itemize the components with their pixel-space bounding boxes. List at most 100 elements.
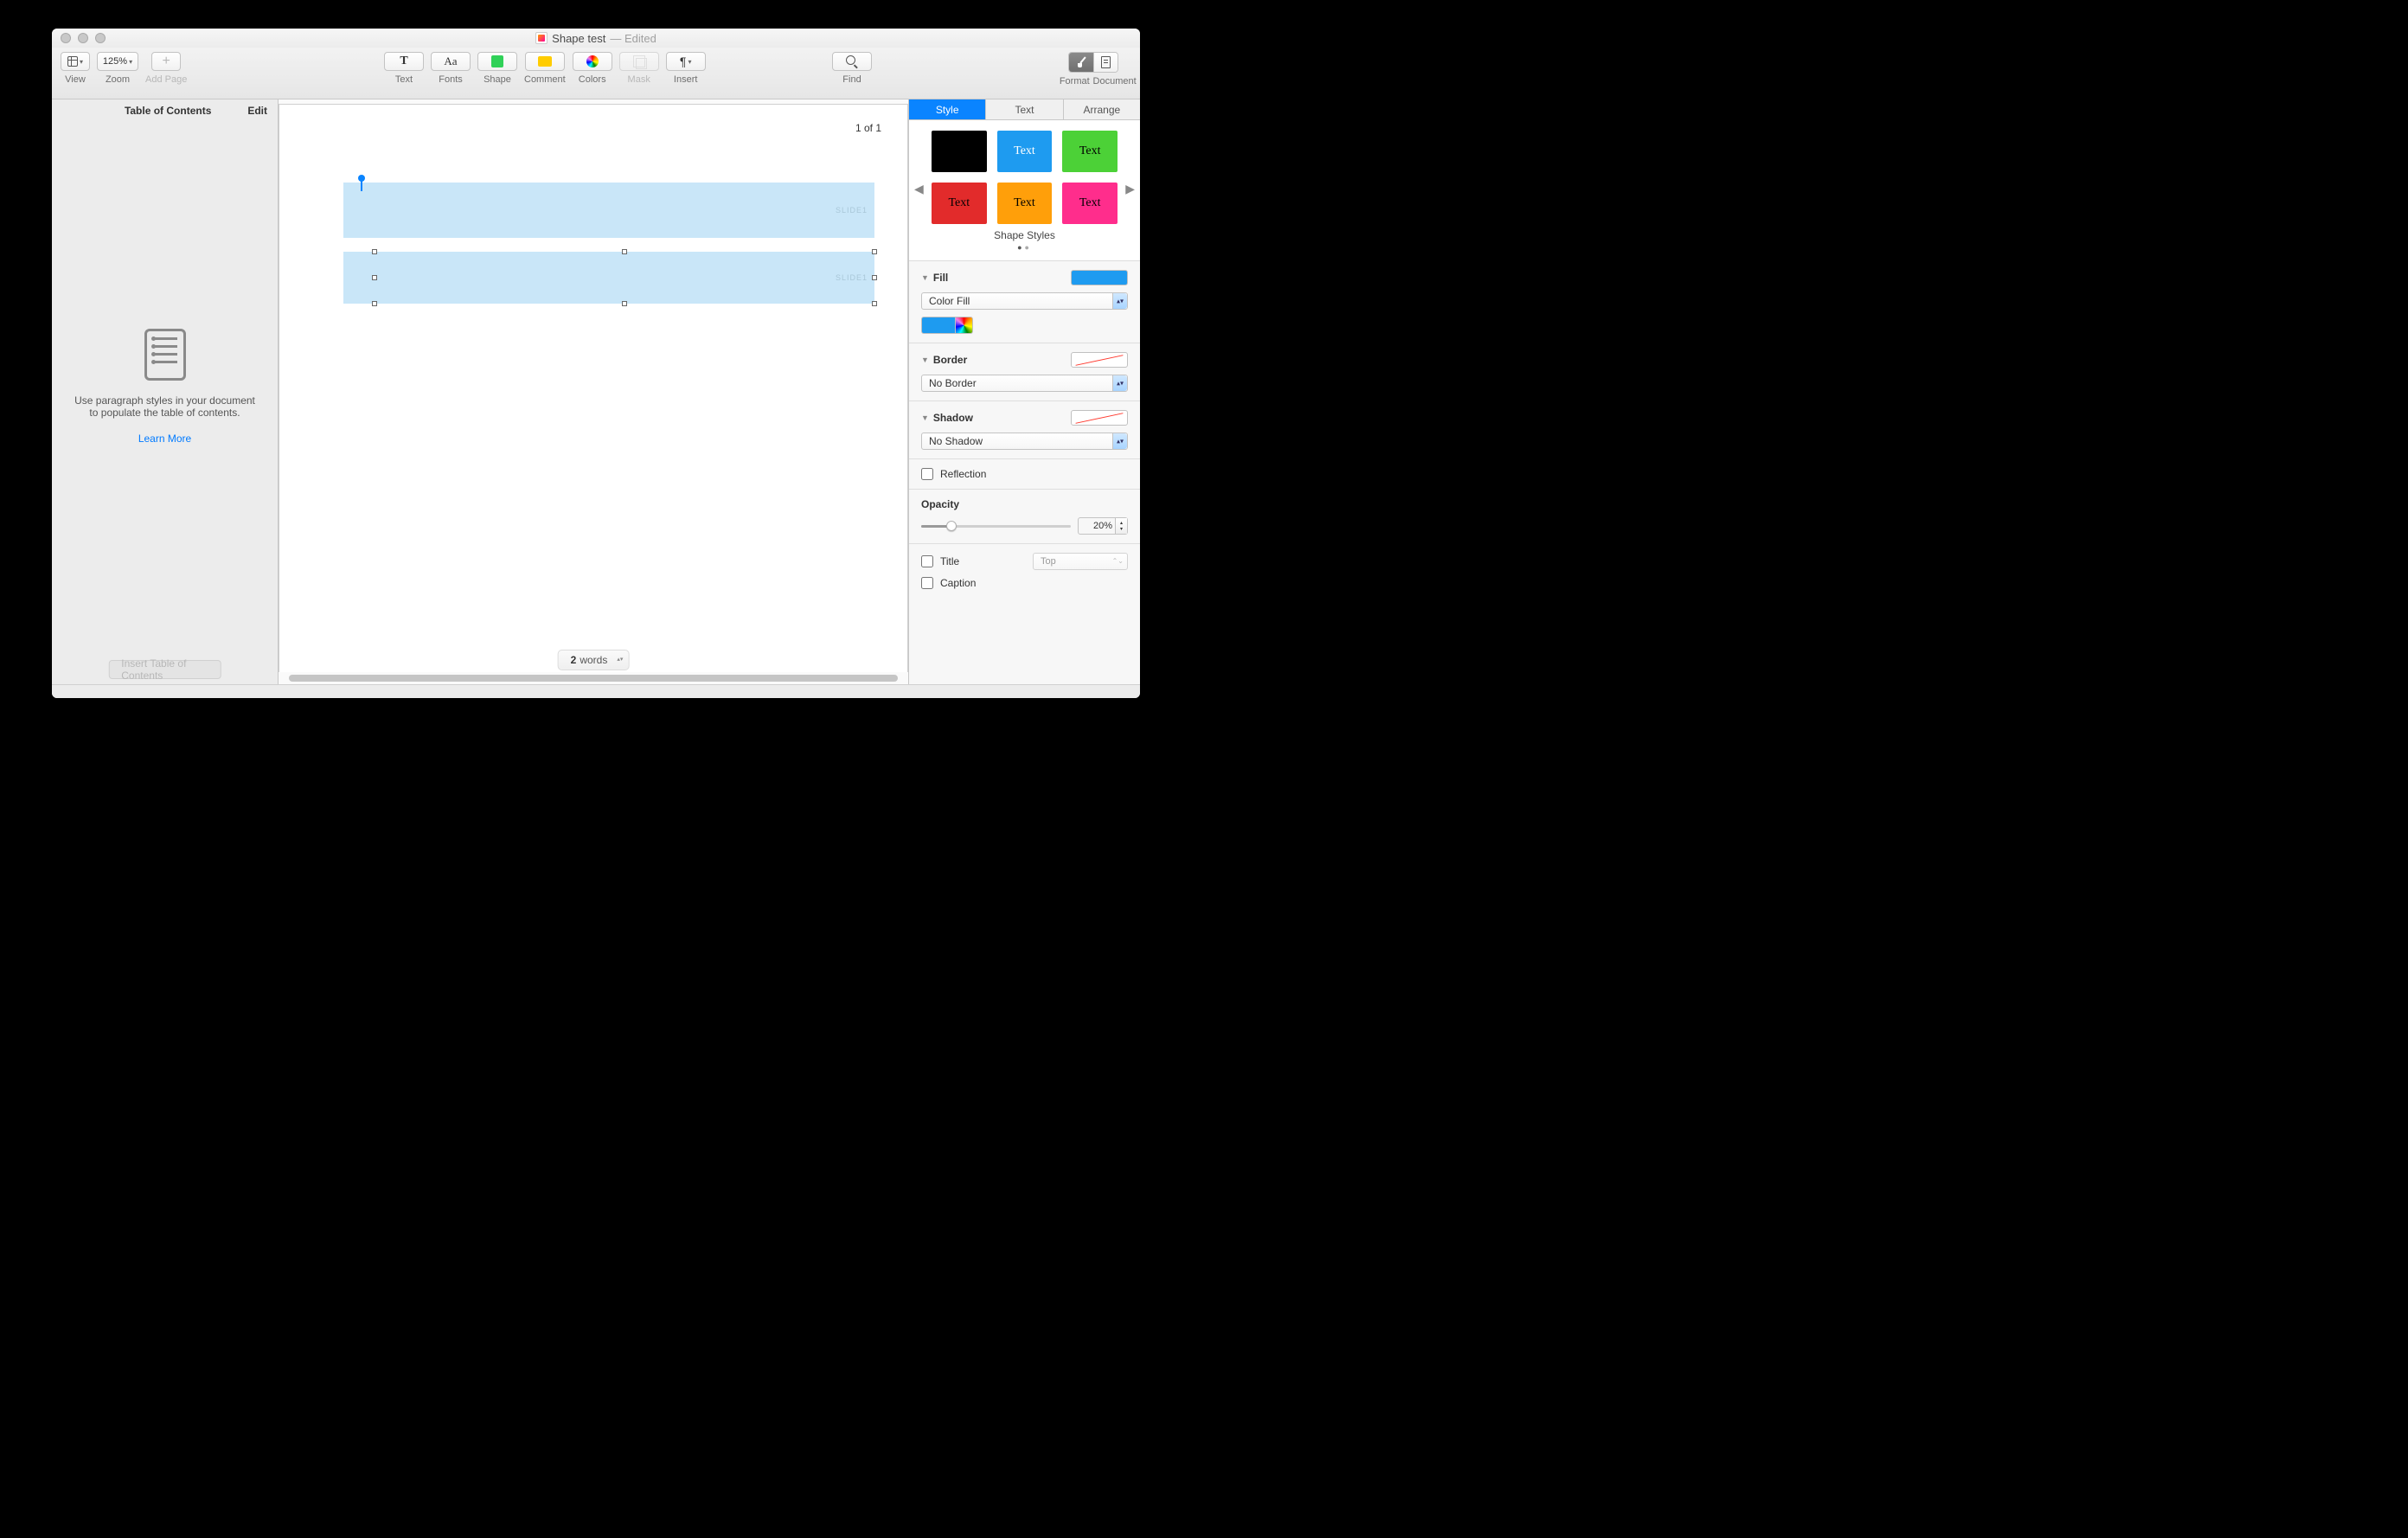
shape-style-swatch-5[interactable]: Text [1062,183,1118,224]
shape-1-label: SLIDE1 [836,206,868,215]
zoom-label: Zoom [106,74,130,85]
shape-style-swatch-4[interactable]: Text [997,183,1053,224]
format-segment[interactable] [1069,53,1093,72]
reflection-input[interactable] [921,468,933,480]
page-number: 1 of 1 [855,122,881,134]
document-icon [535,32,548,44]
sidebar-edit-button[interactable]: Edit [247,105,267,117]
shadow-preview-swatch[interactable] [1071,410,1128,426]
opacity-section: Opacity 20%▴▾ [909,490,1140,544]
title-position-dropdown[interactable]: Top [1033,553,1128,570]
plus-icon: + [162,54,170,69]
title-subtitle: — Edited [610,32,656,45]
titlebar: Shape test — Edited [52,29,1140,48]
fill-type-dropdown[interactable]: Color Fill▴▾ [921,292,1128,310]
disclosure-icon: ▼ [921,413,929,422]
fill-color-control [921,317,973,334]
mask-label: Mask [628,74,650,85]
shape-icon [491,55,503,67]
border-preview-swatch[interactable] [1071,352,1128,368]
color-picker-button[interactable] [956,317,973,334]
shape-style-swatch-0[interactable] [932,131,987,172]
title-text: Shape test [552,32,605,45]
slider-knob[interactable] [946,521,957,531]
sidebar: Table of Contents Edit Use paragraph sty… [52,99,279,684]
selection-handle[interactable] [372,249,377,254]
grid-icon [67,56,78,67]
comment-icon [538,56,552,67]
opacity-slider[interactable] [921,525,1071,528]
fill-preview-swatch[interactable] [1071,270,1128,285]
tab-style[interactable]: Style [909,99,986,119]
word-count-popup[interactable]: 2 words ▴▾ [558,650,630,670]
styles-next-button[interactable]: ▶ [1125,182,1135,196]
selection-handle[interactable] [872,275,877,280]
shadow-type-dropdown[interactable]: No Shadow▴▾ [921,433,1128,450]
toolbar: ▾ View 125%▾ Zoom + Add Page TText AaFon… [52,48,1140,99]
sidebar-body: Use paragraph styles in your document to… [52,122,278,651]
selection-handle[interactable] [622,249,627,254]
opacity-stepper[interactable]: 20%▴▾ [1078,517,1128,535]
colors-button[interactable] [573,52,612,71]
comment-label: Comment [524,74,566,85]
page[interactable]: 1 of 1 SLIDE1 SLIDE1 [279,104,908,684]
find-button[interactable] [832,52,872,71]
fill-header[interactable]: ▼Fill [921,272,948,284]
view-button[interactable]: ▾ [61,52,90,71]
border-header[interactable]: ▼Border [921,354,967,366]
sidebar-help-text: Use paragraph styles in your document to… [69,394,260,419]
zoom-button[interactable]: 125%▾ [97,52,138,71]
shape-styles-caption: Shape Styles [932,224,1118,243]
reflection-checkbox[interactable]: Reflection [921,468,1128,480]
shape-2-selected[interactable]: SLIDE1 [343,252,874,304]
selection-handle[interactable] [872,301,877,306]
selection-handle[interactable] [372,275,377,280]
selection-handle[interactable] [372,301,377,306]
app-window: Shape test — Edited ▾ View 125%▾ Zoom + … [52,29,1140,698]
styles-prev-button[interactable]: ◀ [914,182,924,196]
format-label: Format [1056,76,1092,87]
shape-button[interactable] [477,52,517,71]
toc-icon [144,329,186,381]
colors-label: Colors [579,74,606,85]
mask-icon [633,55,645,67]
horizontal-scrollbar[interactable] [279,672,908,684]
title-input[interactable] [921,555,933,567]
insert-toc-button[interactable]: Insert Table of Contents [108,660,221,679]
canvas: 1 of 1 SLIDE1 SLIDE1 2 words ▴▾ [279,99,908,684]
shape-style-swatch-3[interactable]: Text [932,183,987,224]
tab-text[interactable]: Text [986,99,1063,119]
tab-arrange[interactable]: Arrange [1064,99,1140,119]
shape-2-label: SLIDE1 [836,273,868,282]
insert-button[interactable]: ¶▾ [666,52,706,71]
fill-color-well[interactable] [921,317,956,334]
document-icon [1101,56,1111,68]
selection-handle[interactable] [622,301,627,306]
shadow-header[interactable]: ▼Shadow [921,412,973,424]
document-segment[interactable] [1093,53,1118,72]
fonts-button[interactable]: Aa [431,52,471,71]
shape-1[interactable]: SLIDE1 [343,183,874,238]
selection-handle[interactable] [872,249,877,254]
fonts-icon: Aa [444,54,457,68]
shape-style-swatch-2[interactable]: Text [1062,131,1118,172]
stepper-buttons[interactable]: ▴▾ [1115,518,1127,534]
comment-button[interactable] [525,52,565,71]
border-section: ▼Border No Border▴▾ [909,343,1140,401]
add-page-label: Add Page [145,74,187,85]
text-button[interactable]: T [384,52,424,71]
inspector: Style Text Arrange ◀ ▶ TextTextTextTextT… [908,99,1140,684]
border-type-dropdown[interactable]: No Border▴▾ [921,375,1128,392]
shape-style-swatch-1[interactable]: Text [997,131,1053,172]
format-document-segment [1068,52,1118,73]
caption-checkbox[interactable]: Caption [921,577,976,589]
add-page-button[interactable]: + [151,52,181,71]
caption-input[interactable] [921,577,933,589]
title-checkbox[interactable]: Title [921,555,959,567]
disclosure-icon: ▼ [921,356,929,364]
learn-more-link[interactable]: Learn More [138,433,191,445]
colors-icon [586,55,599,67]
shape-styles-panel: ◀ ▶ TextTextTextTextText Shape Styles ●● [909,120,1140,261]
opacity-label: Opacity [921,498,1128,510]
mask-button[interactable] [619,52,659,71]
